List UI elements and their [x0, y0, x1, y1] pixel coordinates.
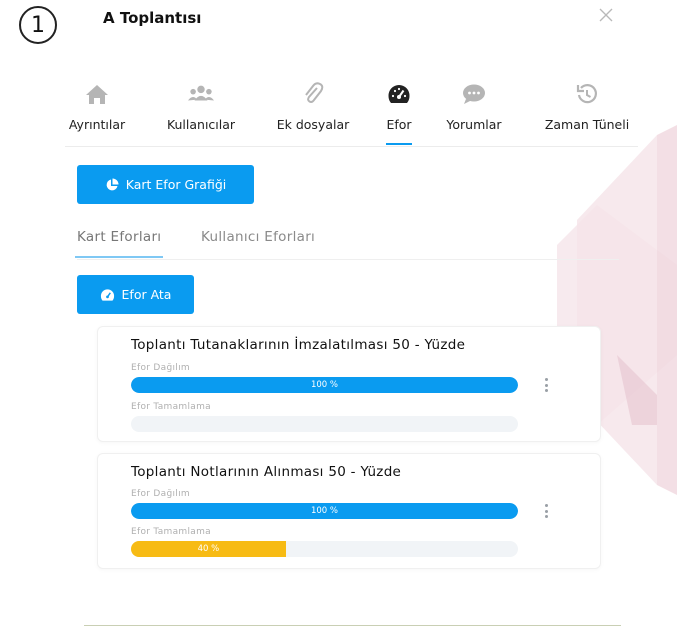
tab-effort[interactable]: Efor [382, 80, 416, 146]
gauge-icon [100, 288, 114, 301]
completion-bar-fill: 40 % [131, 541, 286, 557]
close-icon[interactable] [597, 6, 615, 24]
active-tab-indicator [386, 143, 412, 145]
assign-effort-button[interactable]: Efor Ata [77, 275, 194, 314]
button-label: Kart Efor Grafiği [125, 177, 227, 192]
distribution-value: 100 % [310, 380, 338, 390]
tab-label: Ek dosyalar [276, 117, 350, 132]
button-label: Efor Ata [121, 287, 172, 302]
distribution-label: Efor Dağılım [131, 363, 190, 373]
completion-value: 40 % [197, 544, 220, 554]
card-effort-chart-button[interactable]: Kart Efor Grafiği [77, 165, 254, 204]
distribution-label: Efor Dağılım [131, 489, 190, 499]
distribution-bar-fill: 100 % [131, 503, 518, 519]
pie-chart-icon [106, 178, 119, 190]
step-number-badge: 1 [19, 6, 57, 44]
effort-card: Toplantı Notlarının Alınması 50 - Yüzde … [97, 453, 601, 569]
tab-label: Efor [386, 117, 412, 132]
card-options-menu-icon[interactable] [538, 374, 554, 396]
effort-subtabs: Kart Eforları Kullanıcı Eforları [74, 226, 619, 260]
subtab-card-efforts[interactable]: Kart Eforları [74, 229, 164, 258]
distribution-value: 100 % [310, 506, 338, 516]
effort-card: Toplantı Tutanaklarının İmzalatılması 50… [97, 326, 601, 442]
tab-attachments[interactable]: Ek dosyalar [271, 80, 355, 146]
tab-label: Yorumlar [446, 117, 502, 132]
completion-bar [131, 416, 518, 432]
subtab-user-efforts[interactable]: Kullanıcı Eforları [201, 229, 315, 245]
tab-label: Kullanıcılar [166, 117, 236, 132]
distribution-bar: 100 % [131, 377, 518, 393]
completion-bar: 40 % [131, 541, 518, 557]
completion-label: Efor Tamamlama [131, 527, 211, 537]
tab-label: Ayrıntılar [68, 117, 126, 132]
card-options-menu-icon[interactable] [538, 500, 554, 522]
tab-bar: Ayrıntılar Kullanıcılar Ek dosyalar Efor… [65, 80, 638, 147]
completion-label: Efor Tamamlama [131, 402, 211, 412]
footer-divider [84, 625, 621, 626]
users-icon [188, 82, 214, 106]
comment-icon [461, 82, 487, 106]
tab-label: Zaman Tüneli [544, 117, 630, 132]
home-icon [84, 82, 110, 106]
tab-users[interactable]: Kullanıcılar [160, 80, 242, 146]
gauge-icon [386, 82, 412, 106]
distribution-bar: 100 % [131, 503, 518, 519]
effort-card-title: Toplantı Tutanaklarının İmzalatılması 50… [131, 337, 466, 353]
distribution-bar-fill: 100 % [131, 377, 518, 393]
tab-comments[interactable]: Yorumlar [440, 80, 508, 146]
effort-card-title: Toplantı Notlarının Alınması 50 - Yüzde [131, 464, 402, 480]
modal-title: A Toplantısı [103, 9, 202, 27]
history-icon [574, 82, 600, 106]
paperclip-icon [300, 82, 326, 106]
tab-details[interactable]: Ayrıntılar [65, 80, 129, 146]
tab-timeline[interactable]: Zaman Tüneli [537, 80, 637, 146]
